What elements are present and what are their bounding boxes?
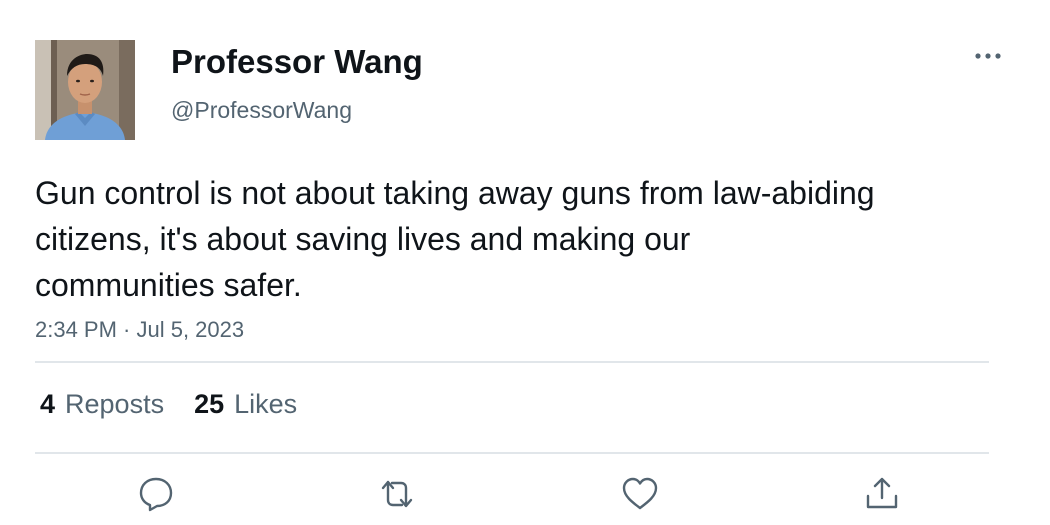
reposts-label: Reposts [65, 389, 165, 419]
share-button[interactable] [862, 474, 902, 514]
reposts-stat[interactable]: 4 Reposts [40, 386, 164, 422]
reposts-count: 4 [40, 389, 56, 419]
share-icon [866, 477, 898, 509]
tweet-text: Gun control is not about taking away gun… [35, 175, 875, 303]
more-icon [975, 53, 1001, 59]
repost-icon [381, 480, 413, 508]
reply-button[interactable] [136, 474, 176, 514]
tweet-timestamp[interactable]: 2:34 PM · Jul 5, 2023 [35, 314, 244, 346]
likes-label: Likes [234, 389, 298, 419]
repost-button[interactable] [377, 474, 417, 514]
reply-icon [139, 477, 173, 512]
avatar-photo [35, 40, 135, 140]
tweet-stats: 4 Reposts 25 Likes [40, 386, 327, 422]
likes-count: 25 [194, 389, 225, 419]
likes-stat[interactable]: 25 Likes [194, 386, 297, 422]
like-button[interactable] [620, 474, 660, 514]
more-options-button[interactable] [970, 44, 1006, 68]
author-display-name[interactable]: Professor Wang [171, 42, 423, 82]
divider [35, 361, 989, 363]
avatar[interactable] [35, 40, 135, 140]
like-icon [622, 477, 658, 510]
author-handle[interactable]: @ProfessorWang [171, 94, 352, 126]
divider [35, 452, 989, 454]
tweet-card: Professor Wang @ProfessorWang Gun contro… [0, 0, 1050, 525]
